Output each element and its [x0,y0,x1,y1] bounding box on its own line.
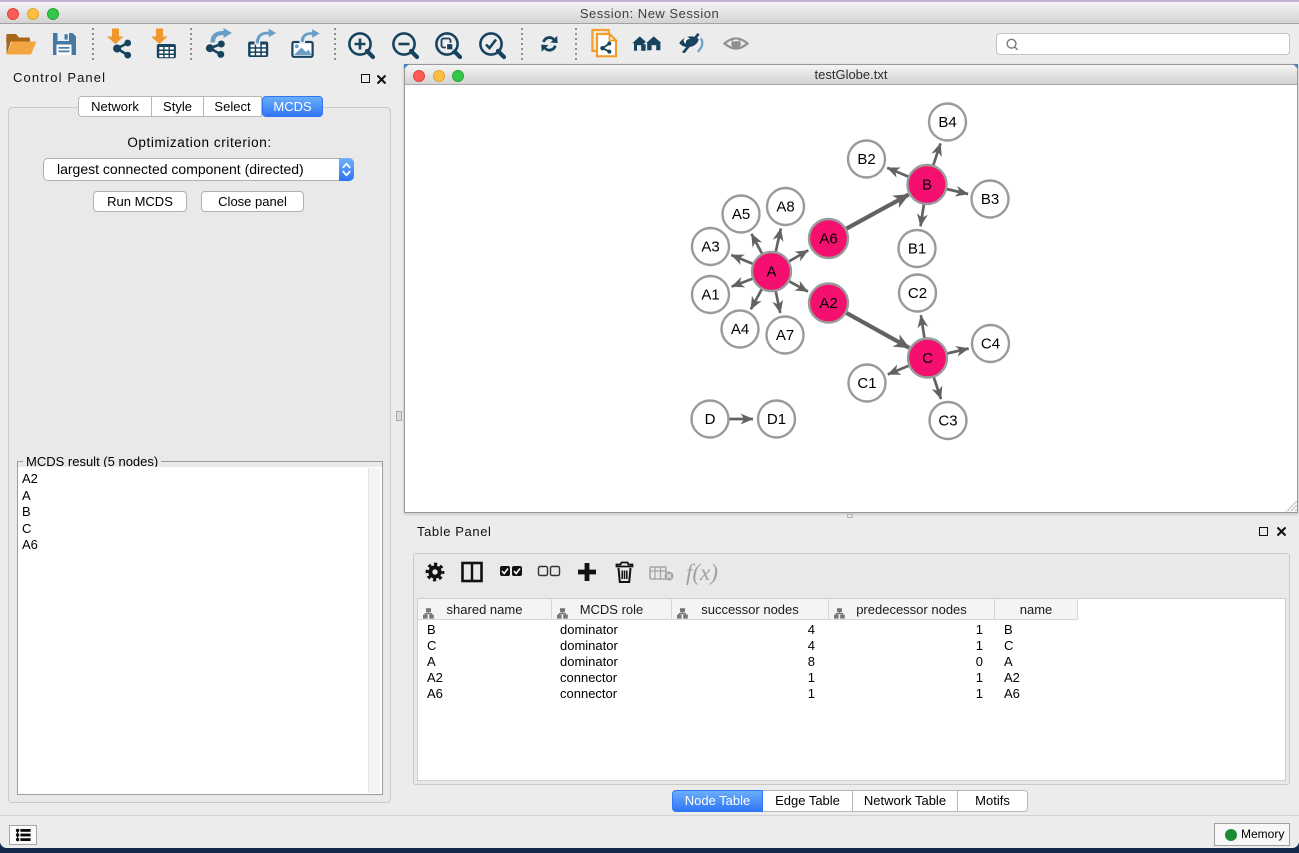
svg-text:A4: A4 [731,321,749,338]
svg-text:D1: D1 [767,411,786,428]
svg-text:C1: C1 [857,375,876,392]
svg-text:A1: A1 [701,287,719,304]
svg-text:A5: A5 [732,206,750,223]
svg-text:A3: A3 [701,239,719,256]
svg-text:B2: B2 [857,151,875,168]
svg-text:C: C [922,350,933,367]
svg-text:A6: A6 [819,231,837,248]
svg-text:C3: C3 [938,413,957,430]
svg-text:A2: A2 [819,295,837,312]
svg-text:B1: B1 [908,241,926,258]
svg-text:B: B [922,177,932,194]
svg-text:B4: B4 [938,114,956,131]
svg-text:A8: A8 [776,199,794,216]
svg-text:C4: C4 [981,336,1000,353]
svg-text:B3: B3 [981,191,999,208]
svg-text:A7: A7 [776,327,794,344]
svg-text:D: D [705,411,716,428]
svg-text:C2: C2 [908,285,927,302]
svg-text:A: A [766,264,776,281]
